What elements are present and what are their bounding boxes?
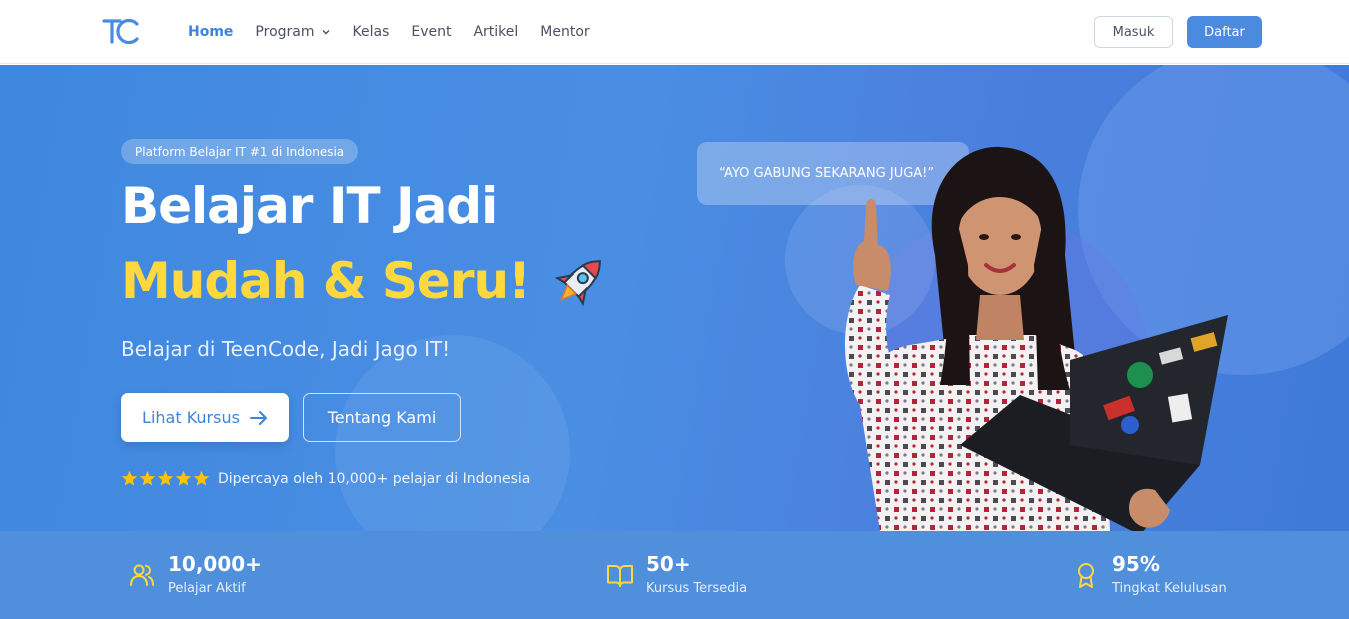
login-button[interactable]: Masuk [1094,16,1173,48]
nav-program[interactable]: Program [255,24,330,40]
hero-badge: Platform Belajar IT #1 di Indonesia [121,139,359,164]
stat-value: 10,000+ [168,552,262,576]
nav-mentor[interactable]: Mentor [540,24,589,40]
stat-label: Pelajar Aktif [168,581,246,596]
hero-section: Platform Belajar IT #1 di Indonesia Bela… [0,65,1349,531]
teencode-logo[interactable] [102,18,140,44]
book-icon [607,565,633,587]
view-courses-label: Lihat Kursus [142,408,240,427]
stat-courses-text: 50+ Kursus Tersedia [646,551,747,596]
star-icon [121,470,138,486]
nav-home[interactable]: Home [188,24,233,40]
rocket-icon [554,260,601,307]
stat-graduation-text: 95% Tingkat Kelulusan [1112,551,1227,596]
hero-person-image [845,146,1228,531]
stat-label: Kursus Tersedia [646,581,748,596]
stat-students-text: 10,000+ Pelajar Aktif [168,551,262,596]
users-icon [130,564,154,586]
stat-label: Tingkat Kelulusan [1112,581,1227,596]
stat-students: 10,000+ Pelajar Aktif [128,551,262,596]
main-nav: Home Program Kelas Event Artikel Mentor [188,0,590,64]
stats-bar: 10,000+ Pelajar Aktif 50+ Kursus Tersedi… [0,531,1349,619]
star-icon [193,470,210,486]
rating-stars [121,470,210,487]
view-courses-button[interactable]: Lihat Kursus [121,393,289,442]
star-icon [175,470,192,486]
navbar: Home Program Kelas Event Artikel Mentor … [0,0,1349,64]
nav-kelas[interactable]: Kelas [353,24,390,40]
star-icon [157,470,174,486]
stat-courses: 50+ Kursus Tersedia [606,551,747,596]
arrow-right-icon [249,410,267,425]
trust-row: Dipercaya oleh 10,000+ pelajar di Indone… [121,470,530,487]
chevron-down-icon [322,30,329,35]
stat-value: 95% [1112,552,1160,576]
nav-artikel[interactable]: Artikel [473,24,518,40]
award-icon [1078,563,1094,588]
hero-title-line2: Mudah & Seru! [121,249,612,313]
hero-subtitle: Belajar di TeenCode, Jadi Jago IT! [121,337,451,361]
register-button[interactable]: Daftar [1187,16,1262,48]
stat-value: 50+ [646,552,691,576]
stat-graduation: 95% Tingkat Kelulusan [1072,551,1227,596]
nav-event[interactable]: Event [411,24,451,40]
star-icon [139,470,156,486]
nav-program-label: Program [255,24,315,40]
trust-text: Dipercaya oleh 10,000+ pelajar di Indone… [218,470,531,487]
hero-title-line1: Belajar IT Jadi [121,177,498,235]
hero-title-highlight: Mudah & Seru! [121,252,531,310]
about-us-button[interactable]: Tentang Kami [303,393,461,442]
